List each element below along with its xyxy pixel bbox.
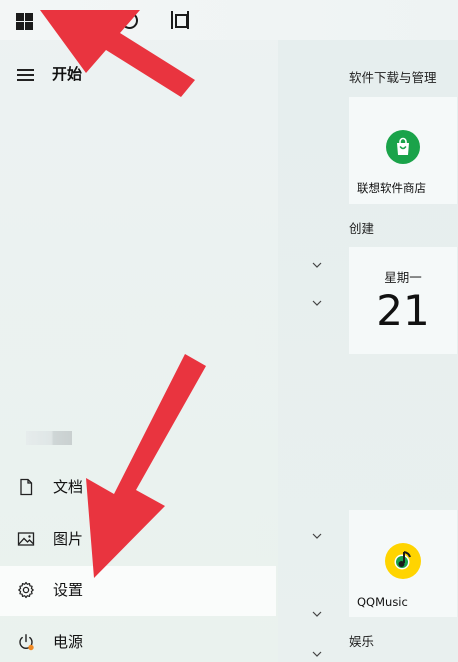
- shopping-bag-icon: [386, 130, 420, 164]
- start-menu-title: 开始: [52, 65, 83, 83]
- nav-label-pictures: 图片: [53, 530, 84, 548]
- nav-item-documents[interactable]: 文档: [0, 463, 276, 513]
- tile-group-title-create[interactable]: 创建: [349, 218, 374, 237]
- tile-calendar[interactable]: 星期一 21: [349, 247, 457, 354]
- tile-qqmusic[interactable]: QQMusic: [349, 510, 457, 617]
- chevron-down-icon[interactable]: [312, 611, 322, 617]
- document-icon: [17, 478, 35, 496]
- search-icon[interactable]: [121, 12, 138, 29]
- windows-logo-icon[interactable]: [16, 13, 33, 30]
- nav-label-settings: 设置: [53, 581, 84, 599]
- picture-icon: [17, 530, 35, 548]
- nav-label-power: 电源: [53, 633, 84, 651]
- chevron-down-icon[interactable]: [312, 651, 322, 657]
- chevron-down-icon[interactable]: [312, 300, 322, 306]
- gear-icon: [17, 581, 35, 599]
- taskbar: [0, 0, 458, 40]
- qqmusic-logo-icon: [385, 543, 421, 579]
- calendar-day-number: 21: [376, 286, 430, 335]
- power-icon: [17, 633, 35, 651]
- hamburger-menu-icon[interactable]: [17, 69, 34, 81]
- tile-label-qqmusic: QQMusic: [357, 595, 408, 609]
- nav-item-power[interactable]: 电源: [0, 618, 276, 662]
- chevron-down-icon[interactable]: [312, 262, 322, 268]
- nav-item-pictures[interactable]: 图片: [0, 515, 276, 565]
- user-avatar[interactable]: [26, 431, 72, 445]
- tile-group-title-entertainment[interactable]: 娱乐: [349, 631, 374, 650]
- tile-label-lenovo-store: 联想软件商店: [357, 181, 426, 195]
- tile-group-title-software[interactable]: 软件下载与管理: [349, 67, 437, 86]
- nav-label-documents: 文档: [53, 478, 84, 496]
- nav-item-settings[interactable]: 设置: [0, 566, 276, 616]
- chevron-down-icon[interactable]: [312, 533, 322, 539]
- calendar-weekday: 星期一: [384, 270, 422, 285]
- tile-lenovo-store[interactable]: 联想软件商店: [349, 97, 457, 204]
- task-view-icon[interactable]: [171, 11, 189, 29]
